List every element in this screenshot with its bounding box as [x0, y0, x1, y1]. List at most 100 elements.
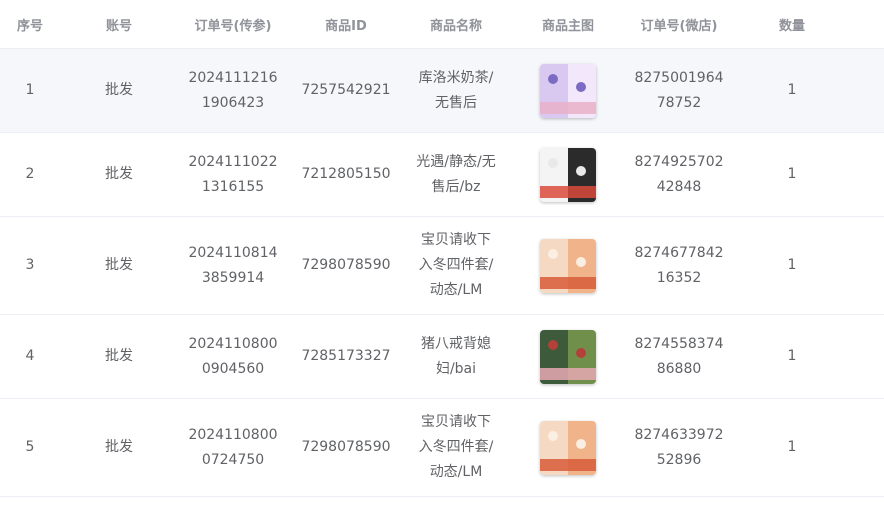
order-number-weidian-line: 8274558374: [634, 335, 724, 352]
header-col-product-name[interactable]: 商品名称: [404, 0, 508, 48]
product-image-figure: [548, 430, 558, 441]
product-name-line: 光遇/静态/无: [416, 153, 496, 170]
header-col-index[interactable]: 序号: [0, 0, 60, 48]
col-product-name-cell: 宝贝请收下入冬四件套/动态/LM: [404, 217, 508, 314]
col-order-weidian-cell: 8274677842 16352: [628, 217, 730, 314]
product-image-band: [540, 185, 596, 198]
product-name: 库洛米奶茶/无售后: [413, 66, 500, 116]
col-quantity-cell: 1: [787, 257, 797, 273]
product-image[interactable]: [540, 329, 596, 384]
product-image[interactable]: [540, 420, 596, 475]
product-name-line: 宝贝请收下: [421, 232, 491, 248]
order-number-chuancan-line: 2024111216: [188, 69, 278, 86]
product-image-figure: [576, 438, 586, 449]
order-number-weidian-line: 42848: [656, 178, 702, 195]
product-name-line: 无售后: [435, 94, 477, 111]
product-name-line: 妇/bai: [435, 360, 477, 377]
col-account-cell: 批发: [105, 82, 133, 98]
col-product-image-cell: [508, 133, 628, 216]
product-image-figure: [576, 81, 586, 92]
col-account-cell: 批发: [105, 257, 133, 273]
product-image-figure: [576, 256, 586, 267]
product-name-line: 入冬四件套/: [418, 439, 494, 455]
order-number-chuancan: 2024110800 0724750: [182, 423, 283, 473]
product-image-band: [540, 101, 596, 114]
col-product-name-cell: 宝贝请收下入冬四件套/动态/LM: [404, 399, 508, 496]
order-number-chuancan-line: 1316155: [201, 178, 265, 195]
product-name-line: 入冬四件套/: [418, 257, 494, 273]
order-number-chuancan-line: 0724750: [201, 451, 265, 468]
order-number-chuancan-line: 0904560: [201, 360, 265, 377]
product-name-line: 猪八戒背媳: [421, 335, 491, 352]
product-image[interactable]: [540, 147, 596, 202]
col-order-chuancan-cell: 2024111022 1316155: [178, 133, 288, 216]
order-number-weidian-line: 8274633972: [634, 426, 724, 443]
product-image[interactable]: [540, 238, 596, 293]
col-product-id-cell: 7257542921: [301, 82, 391, 98]
order-number-chuancan-line: 2024110800: [188, 335, 278, 352]
product-name-line: 宝贝请收下: [421, 414, 491, 430]
col-product-id-cell: 7298078590: [301, 439, 391, 455]
col-account-cell: 批发: [105, 166, 133, 182]
header-col-account[interactable]: 账号: [60, 0, 178, 48]
col-product-id-cell: 7212805150: [301, 166, 391, 182]
order-number-weidian: 8274558374 86880: [628, 332, 729, 382]
order-number-weidian-line: 8274677842: [634, 244, 724, 261]
col-product-image-cell: [508, 399, 628, 496]
col-product-name-cell: 库洛米奶茶/无售后: [404, 49, 508, 132]
product-image-figure: [548, 248, 558, 259]
table-row[interactable]: 2 批发 2024111022 1316155 7212805150 光遇/静态/无 售后/…: [0, 133, 884, 217]
col-order-weidian-cell: 8274925702 42848: [628, 133, 730, 216]
col-index-cell: 2: [25, 166, 35, 182]
product-name: 宝贝请收下入冬四件套/动态/LM: [413, 410, 500, 485]
order-number-chuancan: 2024110800 0904560: [182, 332, 283, 382]
col-product-image-cell: [508, 217, 628, 314]
col-index-cell: 4: [25, 348, 35, 364]
col-account-cell: 批发: [105, 348, 133, 364]
table-header: 序号 账号 订单号(传参) 商品ID 商品名称 商品主图 订单号(微店) 数量: [0, 0, 884, 49]
header-col-order-chuancan[interactable]: 订单号(传参): [178, 0, 288, 48]
col-quantity-cell: 1: [787, 439, 797, 455]
order-number-weidian-line: 8274925702: [634, 153, 724, 170]
product-name-line: 售后/bz: [431, 178, 481, 195]
table-row[interactable]: 5 批发 2024110800 0724750 7298078590 宝贝请收下入冬四件套…: [0, 399, 884, 497]
product-image-figure: [548, 73, 558, 84]
order-number-chuancan-line: 2024110814: [188, 244, 278, 261]
order-number-chuancan-line: 3859914: [201, 269, 265, 286]
col-product-name-cell: 猪八戒背媳妇/bai: [404, 315, 508, 398]
order-number-weidian-line: 86880: [656, 360, 702, 377]
col-product-id-cell: 7298078590: [301, 257, 391, 273]
col-order-weidian-cell: 8274633972 52896: [628, 399, 730, 496]
order-number-weidian-line: 78752: [656, 94, 702, 111]
product-image[interactable]: [540, 63, 596, 118]
col-order-chuancan-cell: 2024110800 0904560: [178, 315, 288, 398]
header-col-product-id[interactable]: 商品ID: [288, 0, 404, 48]
col-quantity-cell: 1: [787, 82, 797, 98]
table-row[interactable]: 1 批发 2024111216 1906423 7257542921 库洛米奶茶/无售后 8…: [0, 49, 884, 133]
product-name-line: 动态/LM: [429, 282, 483, 298]
order-number-chuancan-line: 2024111022: [188, 153, 278, 170]
order-number-weidian: 8274633972 52896: [628, 423, 729, 473]
order-number-chuancan: 2024111022 1316155: [182, 150, 283, 200]
product-name: 光遇/静态/无 售后/bz: [410, 150, 501, 200]
product-name: 猪八戒背媳妇/bai: [415, 332, 497, 382]
order-number-weidian-line: 52896: [656, 451, 702, 468]
col-quantity-cell: 1: [787, 348, 797, 364]
col-order-chuancan-cell: 2024110814 3859914: [178, 217, 288, 314]
col-index-cell: 3: [25, 257, 35, 273]
header-col-quantity[interactable]: 数量: [730, 0, 854, 48]
col-account-cell: 批发: [105, 439, 133, 455]
product-name-line: 动态/LM: [429, 464, 483, 480]
product-image-figure: [576, 165, 586, 176]
col-index-cell: 5: [25, 439, 35, 455]
order-number-weidian-line: 8275001964: [634, 69, 724, 86]
header-col-product-image[interactable]: 商品主图: [508, 0, 628, 48]
table-row[interactable]: 3 批发 2024110814 3859914 7298078590 宝贝请收下入冬四件套…: [0, 217, 884, 315]
product-image-figure: [576, 347, 586, 358]
order-number-weidian: 8274925702 42848: [628, 150, 729, 200]
header-col-order-weidian[interactable]: 订单号(微店): [628, 0, 730, 48]
col-order-weidian-cell: 8274558374 86880: [628, 315, 730, 398]
table-row[interactable]: 4 批发 2024110800 0904560 7285173327 猪八戒背媳 妇/bai…: [0, 315, 884, 399]
order-number-weidian: 8274677842 16352: [628, 241, 729, 291]
product-name-line: 库洛米奶茶/: [418, 69, 494, 86]
